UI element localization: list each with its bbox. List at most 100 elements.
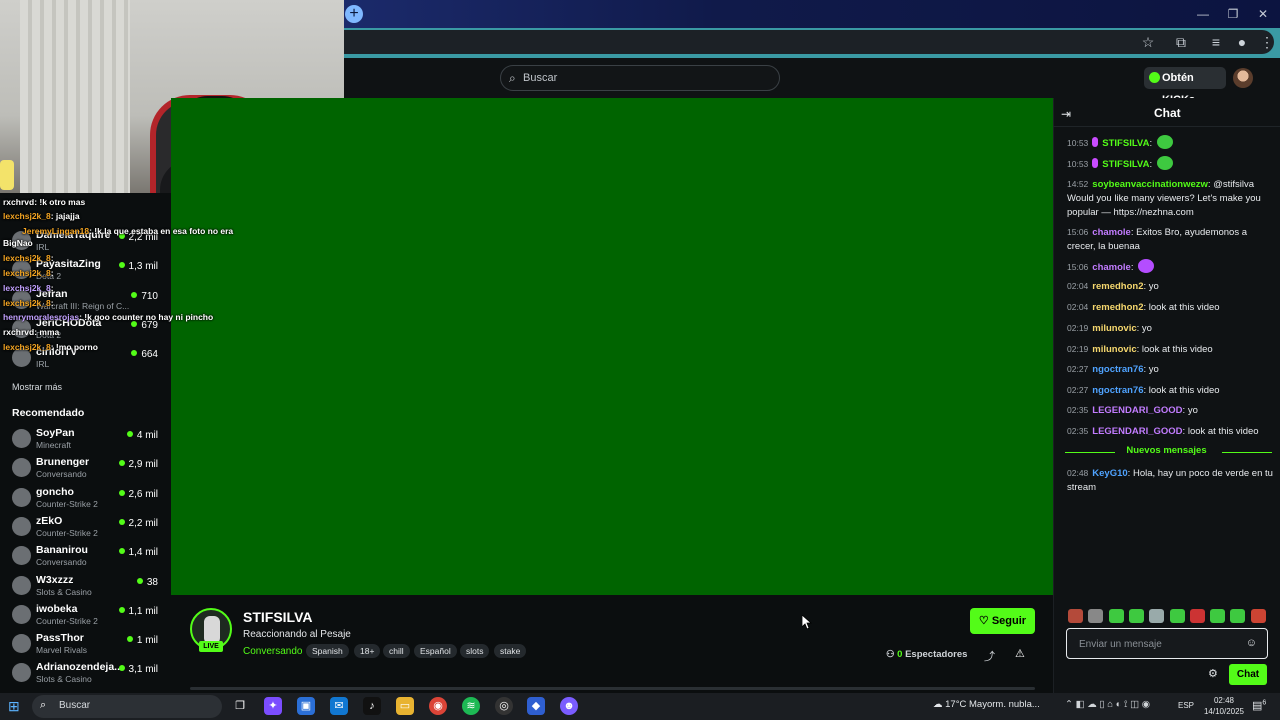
chat-username[interactable]: KeyG10 [1092,468,1127,479]
chat-username[interactable]: milunovic [1092,344,1136,355]
channel-viewers: 4 mil [127,430,158,441]
quick-emote-icon[interactable] [1088,609,1104,623]
store-icon[interactable]: ▣ [297,697,315,715]
overlay-chat-line: lexchsj2k_8: [3,298,54,308]
user-avatar[interactable] [1233,68,1253,88]
taskbar-search-input[interactable]: ⌕ Buscar [32,695,222,718]
sidebar-channel-item[interactable]: iwobeka Counter-Strike 2 1,1 mil [0,601,170,630]
address-bar[interactable] [344,30,1274,54]
show-more-link[interactable]: Mostrar más [12,382,62,392]
notifications-icon[interactable]: ▤6 [1252,699,1266,712]
tiktok-icon[interactable]: ♪ [363,697,381,715]
sidebar-channel-item[interactable]: SoyPan Minecraft 4 mil [0,425,170,454]
channel-avatar [12,516,31,536]
profile-icon[interactable]: ● [1233,33,1251,51]
quick-emote-icon[interactable] [1210,609,1226,623]
quick-emote-icon[interactable] [1169,609,1185,623]
quick-emote-icon[interactable] [1149,609,1165,623]
stream-tag[interactable]: Español [414,644,457,658]
channel-category: Conversando [36,557,87,568]
get-kicks-button[interactable]: Obtén KICKs [1144,67,1226,106]
chat-username[interactable]: remedhon2 [1092,302,1143,313]
close-button[interactable]: ✕ [1252,4,1274,24]
extensions-icon[interactable]: ⧉ [1172,33,1190,51]
quick-emote-icon[interactable] [1068,609,1083,623]
viewer-count: ⚇ 0 Espectadores [886,649,967,660]
chat-username[interactable]: STIFSILVA [1102,138,1149,149]
system-tray-icons[interactable]: ⌃ ◧ ☁ ▯ ⌂ ◐ ⟟ ◫ ◉ [1065,699,1150,710]
channel-name: PassThor [36,632,84,645]
channel-name: iwobeka [36,602,78,615]
sidebar-channel-item[interactable]: PassThor Marvel Rivals 1 mil [0,630,170,659]
channel-category: Counter-Strike 2 [36,498,98,509]
chat-username[interactable]: ngoctran76 [1092,385,1143,396]
media-control-icon[interactable]: ≡ [1207,33,1225,51]
stream-tag[interactable]: Spanish [306,644,349,658]
task-view-icon[interactable]: ❐ [231,697,249,715]
chat-message: 10:53 STIFSILVA: [1067,156,1273,172]
sidebar-channel-item[interactable]: Adrianozendeja... Slots & Casino 3,1 mil [0,659,170,688]
minimize-button[interactable]: — [1192,4,1214,24]
restore-button[interactable]: ❐ [1222,4,1244,24]
chat-username[interactable]: remedhon2 [1092,281,1143,292]
copilot-icon[interactable]: ✦ [264,697,282,715]
follow-button[interactable]: ♡ Seguir [970,608,1035,634]
chat-username[interactable]: chamole [1092,262,1131,273]
overlay-chat-user: henrymoralesrojas [3,312,80,322]
quick-emote-icon[interactable] [1250,609,1266,623]
chat-username[interactable]: ngoctran76 [1092,364,1143,375]
search-input[interactable]: ⌕ Buscar [500,65,780,91]
chat-username[interactable]: milunovic [1092,323,1136,334]
report-warning-icon[interactable]: ⚠ [1015,647,1025,660]
stream-tag[interactable]: 18+ [354,644,381,658]
streamer-name[interactable]: STIFSILVA [243,609,312,625]
language-indicator[interactable]: ESP [1178,701,1194,710]
quick-emote-icon[interactable] [1189,609,1205,623]
chat-timestamp: 02:04 [1067,302,1089,312]
browser-menu-icon[interactable]: ⋮ [1258,33,1276,51]
sidebar-channel-item[interactable]: zEkO Counter-Strike 2 2,2 mil [0,513,170,542]
stream-tag[interactable]: stake [494,644,527,658]
chat-username[interactable]: LEGENDARI_GOOD [1092,426,1182,437]
outlook-icon[interactable]: ✉ [330,697,348,715]
app-launcher-icon[interactable]: ◆ [527,697,545,715]
sidebar-channel-item[interactable]: Brunenger Conversando 2,9 mil [0,454,170,483]
discord-icon[interactable]: ☻ [560,697,578,715]
spotify-icon[interactable]: ≋ [462,697,480,715]
new-tab-plus-icon[interactable]: + [345,5,363,23]
chat-text-field[interactable] [1079,636,1239,652]
chat-username[interactable]: LEGENDARI_GOOD [1092,405,1182,416]
emoji-picker-icon[interactable]: ☺ [1246,637,1257,649]
channel-viewers: 1,4 mil [119,547,158,558]
collapse-chat-icon[interactable]: ⇥ [1061,107,1071,121]
chat-settings-gear-icon[interactable]: ⚙ [1208,667,1218,680]
chat-username[interactable]: chamole [1092,227,1131,238]
taskbar-weather[interactable]: ☁ 17°C Mayorm. nubla... [933,699,1040,710]
bookmark-star-icon[interactable]: ☆ [1139,33,1157,51]
stream-tag[interactable]: chill [383,644,410,658]
overlay-chat-line: BigNao [3,238,33,248]
chat-send-button[interactable]: Chat [1229,664,1267,685]
share-icon[interactable]: ⤴ [984,648,995,664]
horizontal-scrollbar[interactable] [190,687,1035,690]
chat-message-input[interactable]: ☺ [1066,628,1268,659]
sidebar-channel-item[interactable]: Bananirou Conversando 1,4 mil [0,542,170,571]
quick-emote-icon[interactable] [1108,609,1124,623]
stream-category-link[interactable]: Conversando [243,646,302,657]
video-player[interactable] [171,98,1053,595]
quick-emote-icon[interactable] [1128,609,1144,623]
sidebar-channel-item[interactable]: goncho Counter-Strike 2 2,6 mil [0,484,170,513]
stream-tag[interactable]: slots [460,644,490,658]
chat-username[interactable]: soybeanvaccinationwezw [1092,179,1208,190]
users-icon: ⚇ [886,649,898,660]
steam-icon[interactable]: ◎ [495,697,513,715]
chrome-icon[interactable]: ◉ [429,697,447,715]
quick-emote-icon[interactable] [1230,609,1246,623]
taskbar-clock[interactable]: 02:48 14/10/2025 [1200,695,1248,717]
sidebar-channel-item[interactable]: W3xzzz Slots & Casino 38 [0,572,170,601]
windows-start-icon[interactable]: ⊞ [8,698,20,715]
chat-username[interactable]: STIFSILVA [1102,159,1149,170]
chat-message: 02:04 remedhon2: look at this video [1067,302,1220,313]
overlay-chat-user: lexchsj2k_8 [3,298,51,308]
file-explorer-icon[interactable]: ▭ [396,697,414,715]
